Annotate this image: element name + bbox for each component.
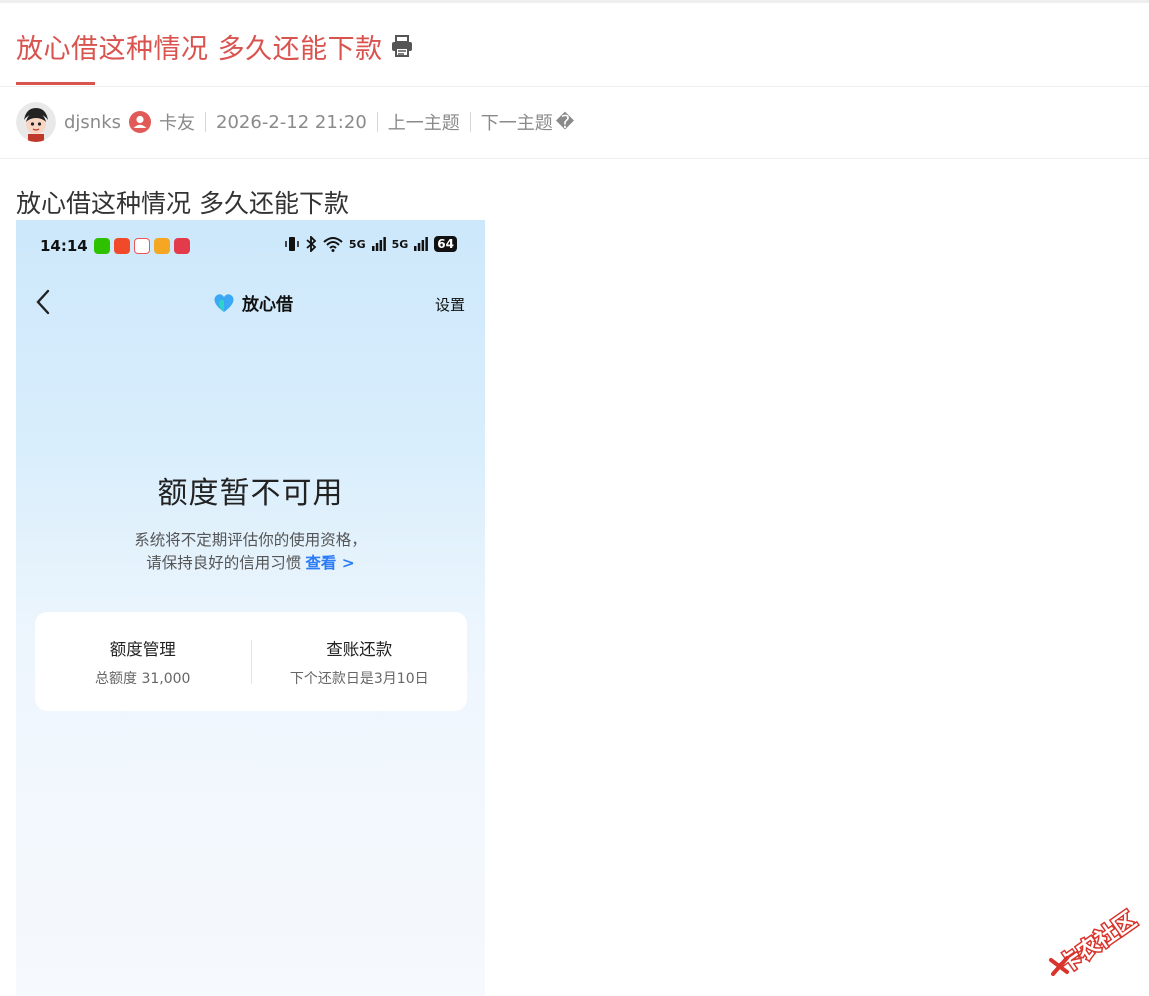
attached-screenshot[interactable]: 14:14 5G 5G 64 放心借 设置 额度暂不可用 系统将不定期评估你的使… [16, 220, 485, 996]
next-topic-link[interactable]: 下一主题 [481, 109, 553, 135]
phone-status-bar: 14:14 5G 5G 64 [16, 234, 485, 258]
divider [0, 158, 1149, 159]
app-title-text: 放心借 [242, 295, 293, 315]
signal-label: 5G [348, 237, 366, 251]
heart-logo-icon [214, 293, 234, 312]
bluetooth-icon [306, 236, 317, 252]
post-title: 放心借这种情况 多久还能下款 [16, 33, 383, 65]
credit-management[interactable]: 额度管理 总额度 31,000 [35, 612, 251, 711]
red-app-icon [174, 238, 190, 254]
chevron-left-icon[interactable] [34, 288, 52, 316]
description-line-2: 请保持良好的信用习惯 查看 > [16, 551, 485, 573]
prev-topic-link[interactable]: 上一主题 [388, 109, 460, 135]
total-credit: 总额度 31,000 [95, 670, 191, 687]
account-card: 额度管理 总额度 31,000 查账还款 下个还款日是3月10日 [35, 612, 467, 711]
user-role: 卡友 [159, 113, 196, 134]
separator [205, 112, 207, 132]
status-time: 14:14 [40, 237, 88, 255]
status-right: 5G 5G 64 [285, 236, 457, 252]
status-app-icons [94, 238, 190, 254]
description-text: 请保持良好的信用习惯 [146, 554, 302, 572]
signal-icon [414, 237, 429, 251]
vibrate-icon [285, 237, 299, 251]
separator [469, 112, 471, 132]
signal-label: 5G [391, 237, 409, 251]
app-title: 放心借 [212, 290, 293, 315]
battery-indicator: 64 [434, 236, 457, 252]
game-app-icon [154, 238, 170, 254]
wifi-icon [323, 237, 343, 252]
divider [0, 86, 1149, 87]
settings-link[interactable]: 设置 [435, 294, 465, 315]
post-header: 放心借这种情况 多久还能下款 [16, 26, 415, 66]
signal-icon [371, 237, 386, 251]
print-icon[interactable] [389, 33, 415, 59]
shopping-app-icon [134, 238, 150, 254]
top-border [0, 0, 1149, 3]
video-app-icon [114, 238, 130, 254]
post-body: 放心借这种情况 多久还能下款 [16, 189, 349, 218]
title-underline [16, 82, 95, 85]
separator [376, 112, 378, 132]
next-topic-suffix: � [555, 111, 575, 133]
next-due-date: 下个还款日是3月10日 [289, 670, 429, 687]
author-link[interactable]: djsnks [64, 112, 121, 133]
card-title: 额度管理 [109, 639, 176, 659]
watermark-logo: 卡农社区 [1049, 905, 1143, 980]
app-navbar: 放心借 设置 [16, 286, 485, 318]
description-line-1: 系统将不定期评估你的使用资格， [134, 531, 367, 549]
bill-repayment[interactable]: 查账还款 下个还款日是3月10日 [252, 612, 468, 711]
card-title: 查账还款 [326, 639, 393, 659]
view-link[interactable]: 查看 > [305, 554, 354, 572]
user-circle-icon [129, 111, 152, 133]
post-datetime: 2026-2-12 21:20 [216, 111, 367, 133]
credit-unavailable-heading: 额度暂不可用 [157, 476, 344, 511]
watermark-text: 卡农社区 [1054, 907, 1141, 979]
wechat-icon [94, 238, 110, 254]
avatar[interactable] [16, 102, 56, 142]
post-meta: djsnks 卡友 2026-2-12 21:20 上一主题 下一主题 � [16, 101, 574, 143]
